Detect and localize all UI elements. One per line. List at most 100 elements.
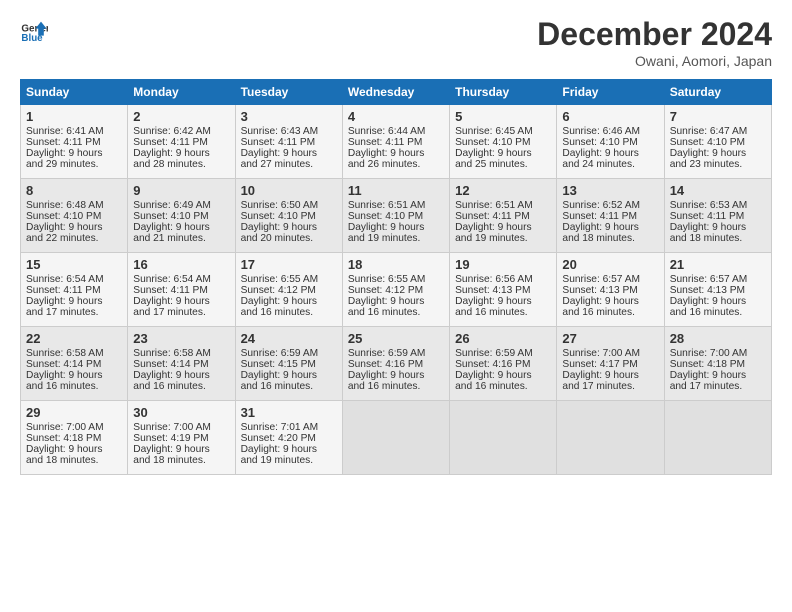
day-cell: 17Sunrise: 6:55 AMSunset: 4:12 PMDayligh… <box>235 253 342 327</box>
day-info: Sunset: 4:14 PM <box>133 359 229 370</box>
day-number: 18 <box>348 257 444 272</box>
day-info: and 18 minutes. <box>562 233 658 244</box>
header: General Blue December 2024 Owani, Aomori… <box>20 16 772 69</box>
day-info: Daylight: 9 hours <box>348 222 444 233</box>
day-info: Daylight: 9 hours <box>670 148 766 159</box>
day-number: 10 <box>241 183 337 198</box>
day-info: Sunrise: 6:48 AM <box>26 200 122 211</box>
day-info: and 16 minutes. <box>348 381 444 392</box>
day-cell: 9Sunrise: 6:49 AMSunset: 4:10 PMDaylight… <box>128 179 235 253</box>
day-info: Daylight: 9 hours <box>348 370 444 381</box>
day-info: Sunset: 4:16 PM <box>348 359 444 370</box>
day-number: 21 <box>670 257 766 272</box>
day-cell: 16 Sunrise: 6:54 AMSunset: 4:11 PMDayligh… <box>128 253 235 327</box>
day-cell: 30Sunrise: 7:00 AMSunset: 4:19 PMDayligh… <box>128 401 235 475</box>
day-cell: 19Sunrise: 6:56 AMSunset: 4:13 PMDayligh… <box>450 253 557 327</box>
day-cell: 26Sunrise: 6:59 AMSunset: 4:16 PMDayligh… <box>450 327 557 401</box>
day-info: Daylight: 9 hours <box>26 370 122 381</box>
day-info: Daylight: 9 hours <box>26 148 122 159</box>
day-info: and 17 minutes. <box>562 381 658 392</box>
day-number: 5 <box>455 109 551 124</box>
day-info: and 23 minutes. <box>670 159 766 170</box>
day-number: 16 <box>133 257 229 272</box>
day-info: Daylight: 9 hours <box>241 296 337 307</box>
day-info: Sunset: 4:13 PM <box>562 285 658 296</box>
day-info: Daylight: 9 hours <box>26 444 122 455</box>
day-info: and 21 minutes. <box>133 233 229 244</box>
day-info: Sunrise: 6:42 AM <box>133 126 229 137</box>
day-number: 30 <box>133 405 229 420</box>
day-info: Sunset: 4:11 PM <box>133 285 229 296</box>
day-number: 29 <box>26 405 122 420</box>
col-header-monday: Monday <box>128 80 235 105</box>
day-info: Daylight: 9 hours <box>133 370 229 381</box>
day-info: Daylight: 9 hours <box>562 370 658 381</box>
day-info: Daylight: 9 hours <box>562 222 658 233</box>
day-info: and 18 minutes. <box>670 233 766 244</box>
day-info: Sunset: 4:11 PM <box>348 137 444 148</box>
day-cell: 23Sunrise: 6:58 AMSunset: 4:14 PMDayligh… <box>128 327 235 401</box>
day-info: Sunrise: 7:00 AM <box>670 348 766 359</box>
day-info: Sunset: 4:10 PM <box>348 211 444 222</box>
day-info: Daylight: 9 hours <box>455 370 551 381</box>
day-number: 26 <box>455 331 551 346</box>
day-info: Sunrise: 6:43 AM <box>241 126 337 137</box>
day-info: Sunset: 4:14 PM <box>26 359 122 370</box>
day-info: Sunrise: 7:00 AM <box>26 422 122 433</box>
page: General Blue December 2024 Owani, Aomori… <box>0 0 792 612</box>
day-info: Daylight: 9 hours <box>26 296 122 307</box>
day-number: 24 <box>241 331 337 346</box>
day-info: Sunrise: 6:44 AM <box>348 126 444 137</box>
day-info: Sunset: 4:11 PM <box>562 211 658 222</box>
day-cell: 7Sunrise: 6:47 AMSunset: 4:10 PMDaylight… <box>664 105 771 179</box>
day-info: Sunset: 4:10 PM <box>455 137 551 148</box>
day-info: Daylight: 9 hours <box>133 444 229 455</box>
col-header-saturday: Saturday <box>664 80 771 105</box>
day-cell: 11Sunrise: 6:51 AMSunset: 4:10 PMDayligh… <box>342 179 449 253</box>
day-info: and 16 minutes. <box>455 307 551 318</box>
day-info: Sunset: 4:11 PM <box>133 137 229 148</box>
col-header-tuesday: Tuesday <box>235 80 342 105</box>
day-cell: 13Sunrise: 6:52 AMSunset: 4:11 PMDayligh… <box>557 179 664 253</box>
day-info: and 22 minutes. <box>26 233 122 244</box>
day-info: Sunrise: 6:52 AM <box>562 200 658 211</box>
day-cell: 15Sunrise: 6:54 AMSunset: 4:11 PMDayligh… <box>21 253 128 327</box>
day-info: and 17 minutes. <box>670 381 766 392</box>
day-info: and 16 minutes. <box>241 307 337 318</box>
day-info: Daylight: 9 hours <box>562 296 658 307</box>
day-number: 11 <box>348 183 444 198</box>
week-row-3: 15Sunrise: 6:54 AMSunset: 4:11 PMDayligh… <box>21 253 772 327</box>
day-number: 3 <box>241 109 337 124</box>
day-info: Daylight: 9 hours <box>455 296 551 307</box>
day-cell: 8Sunrise: 6:48 AMSunset: 4:10 PMDaylight… <box>21 179 128 253</box>
day-info: Sunrise: 6:55 AM <box>348 274 444 285</box>
day-number: 6 <box>562 109 658 124</box>
day-info: and 17 minutes. <box>133 307 229 318</box>
day-cell <box>664 401 771 475</box>
day-info: Daylight: 9 hours <box>133 296 229 307</box>
day-info: and 16 minutes. <box>348 307 444 318</box>
day-number: 23 <box>133 331 229 346</box>
day-cell <box>450 401 557 475</box>
day-info: Daylight: 9 hours <box>133 222 229 233</box>
day-cell: 18Sunrise: 6:55 AMSunset: 4:12 PMDayligh… <box>342 253 449 327</box>
day-info: Sunrise: 7:00 AM <box>133 422 229 433</box>
day-info: Daylight: 9 hours <box>241 222 337 233</box>
day-info: Sunrise: 6:57 AM <box>670 274 766 285</box>
day-info: Sunset: 4:11 PM <box>455 211 551 222</box>
day-info: Sunset: 4:10 PM <box>562 137 658 148</box>
day-cell: 14Sunrise: 6:53 AMSunset: 4:11 PMDayligh… <box>664 179 771 253</box>
logo-icon: General Blue <box>20 16 48 44</box>
day-cell: 2Sunrise: 6:42 AMSunset: 4:11 PMDaylight… <box>128 105 235 179</box>
day-number: 1 <box>26 109 122 124</box>
day-info: and 25 minutes. <box>455 159 551 170</box>
day-info: Sunset: 4:16 PM <box>455 359 551 370</box>
day-info: Sunrise: 6:54 AM <box>133 274 229 285</box>
day-info: and 27 minutes. <box>241 159 337 170</box>
day-info: Sunrise: 6:41 AM <box>26 126 122 137</box>
day-info: Sunrise: 6:49 AM <box>133 200 229 211</box>
day-info: and 19 minutes. <box>241 455 337 466</box>
day-number: 20 <box>562 257 658 272</box>
day-cell: 31Sunrise: 7:01 AMSunset: 4:20 PMDayligh… <box>235 401 342 475</box>
day-number: 19 <box>455 257 551 272</box>
